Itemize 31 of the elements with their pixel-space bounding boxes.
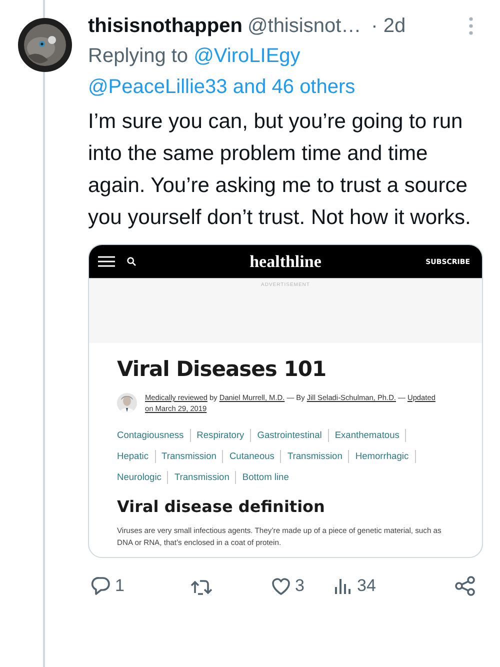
toc-link[interactable]: Exanthematous: [334, 427, 400, 444]
mention-link[interactable]: @ViroLIEgy: [194, 45, 300, 67]
toc-link[interactable]: Transmission: [162, 448, 216, 465]
reply-icon: [90, 575, 112, 597]
menu-icon[interactable]: [98, 256, 115, 267]
toc-link[interactable]: Contagiousness: [117, 427, 184, 444]
like-button[interactable]: 3: [270, 573, 304, 599]
views-button[interactable]: 34: [332, 573, 376, 599]
share-button[interactable]: [454, 573, 476, 599]
site-logo[interactable]: healthline: [250, 252, 322, 270]
toc-link[interactable]: Neurologic: [117, 469, 162, 486]
toc-link[interactable]: Transmission: [287, 448, 342, 465]
tweet-text: I’m sure you can, but you’re going to run into the same problem time and time again. You’re asking me to trust a source you yourself don’t trust. Not how it works.: [88, 109, 472, 231]
toc-link[interactable]: Transmission: [174, 469, 230, 486]
toc-link[interactable]: Cutaneous: [229, 448, 274, 465]
article-title: Viral Diseases 101: [117, 357, 328, 381]
toc-link[interactable]: Hepatic: [117, 448, 149, 465]
heart-icon: [270, 575, 292, 597]
share-icon: [454, 575, 476, 597]
tweet-time: · 2d: [371, 14, 406, 39]
search-icon[interactable]: [127, 257, 136, 266]
user-handle[interactable]: @thisisnot…: [247, 11, 362, 41]
reply-button[interactable]: 1: [90, 573, 124, 599]
toc-link[interactable]: Respiratory: [196, 427, 244, 444]
reply-context: Replying to @ViroLIEgy @PeaceLillie33 and 46 others: [88, 44, 356, 100]
toc-link[interactable]: Bottom line: [242, 469, 289, 486]
toc-link[interactable]: Gastrointestinal: [257, 427, 322, 444]
toc-link[interactable]: Hemorrhagic: [355, 448, 409, 465]
display-name[interactable]: thisisnothappen: [88, 11, 242, 41]
mention-link[interactable]: @PeaceLillie33 and 46 others: [88, 76, 356, 98]
section-title: Viral disease definition: [117, 497, 326, 516]
